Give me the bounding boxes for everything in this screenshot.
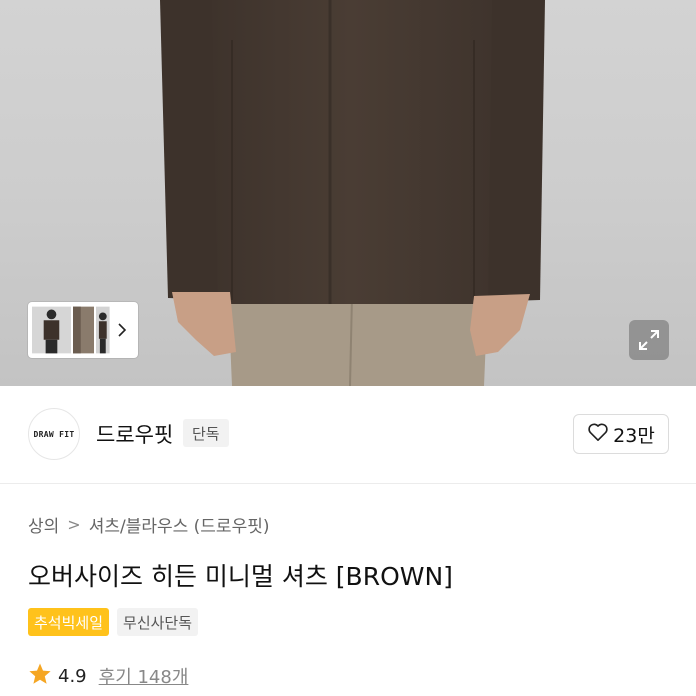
like-button[interactable]: 23만 [573, 414, 669, 454]
thumbnail-strip[interactable] [28, 302, 138, 358]
thumbnail-front[interactable] [32, 306, 71, 354]
thumbnail-side[interactable] [96, 306, 110, 354]
product-image-gallery[interactable] [0, 0, 696, 386]
brand-logo[interactable]: DRAW FIT [28, 408, 80, 460]
exclusive-badge: 단독 [183, 419, 229, 447]
like-count: 23만 [613, 424, 655, 447]
breadcrumb-separator: > [67, 515, 81, 534]
star-icon [28, 662, 52, 690]
expand-arrows-icon[interactable] [629, 320, 669, 360]
thumbnail-detail[interactable] [72, 306, 95, 354]
breadcrumb-category[interactable]: 상의 [28, 512, 59, 537]
product-title: 오버사이즈 히든 미니멀 셔츠 [BROWN] [28, 562, 453, 591]
thumbnail-images [32, 306, 110, 354]
heart-outline-icon [587, 422, 609, 447]
breadcrumb: 상의 > 셔츠/블라우스 (드로우핏) [28, 512, 269, 537]
chevron-right-icon[interactable] [110, 322, 134, 338]
exclusive-tag: 무신사단독 [117, 608, 199, 636]
product-tags: 추석빅세일 무신사단독 [28, 608, 199, 636]
sale-tag: 추석빅세일 [28, 608, 110, 636]
brand-row: DRAW FIT 드로우핏 단독 23만 [0, 386, 696, 484]
brand-name[interactable]: 드로우핏 [96, 419, 173, 449]
reviews-link[interactable]: 후기 148개 [99, 663, 189, 689]
rating-row: 4.9 후기 148개 [28, 662, 188, 690]
rating-score: 4.9 [58, 665, 87, 687]
breadcrumb-subcategory[interactable]: 셔츠/블라우스 (드로우핏) [89, 512, 270, 537]
